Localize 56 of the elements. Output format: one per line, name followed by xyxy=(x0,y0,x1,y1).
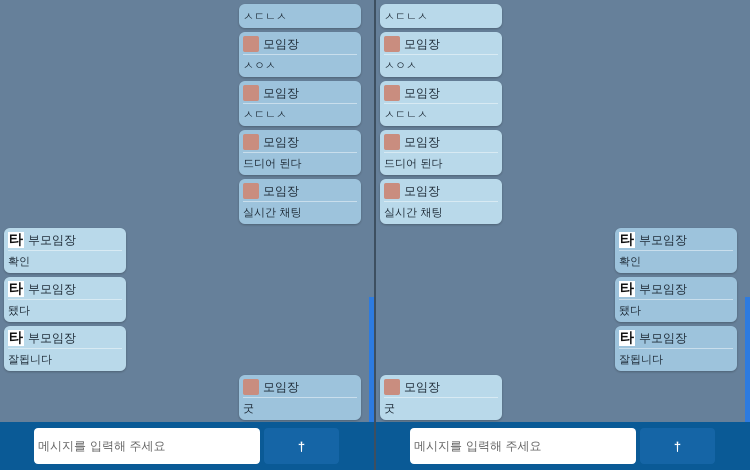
send-button[interactable]: † xyxy=(640,428,715,464)
message-text: 잘됩니다 xyxy=(8,352,53,367)
message-text: ㅅㅇㅅ xyxy=(384,58,418,73)
avatar-icon: 타 xyxy=(8,281,24,297)
sender-name: 모임장 xyxy=(404,182,440,200)
message-text: 굿 xyxy=(243,401,255,416)
sender-name: 모임장 xyxy=(263,378,299,396)
message-text: ㅅㄷㄴㅅ xyxy=(243,107,288,122)
avatar-photo-placeholder xyxy=(384,85,400,101)
message-text: 확인 xyxy=(8,254,31,269)
avatar-photo-placeholder xyxy=(384,134,400,150)
avatar-photo-placeholder xyxy=(243,36,259,52)
sender-name: 부모임장 xyxy=(28,280,76,298)
message-text: 됐다 xyxy=(8,303,31,318)
sender-name: 모임장 xyxy=(404,84,440,102)
sender-name: 모임장 xyxy=(263,84,299,102)
avatar-icon: 타 xyxy=(619,330,635,346)
message-text: ㅅㄷㄴㅅ xyxy=(243,9,288,24)
message-text: 실시간 채팅 xyxy=(384,205,444,220)
message-text: 실시간 채팅 xyxy=(243,205,302,220)
avatar-photo-placeholder xyxy=(243,379,259,395)
message-text: ㅅㄷㄴㅅ xyxy=(384,9,429,24)
sender-name: 부모임장 xyxy=(639,232,687,248)
sender-name: 부모임장 xyxy=(28,330,76,346)
message-text: 잘됩니다 xyxy=(619,352,664,367)
avatar-photo-placeholder xyxy=(384,36,400,52)
sender-name: 모임장 xyxy=(263,182,299,200)
avatar-icon: 타 xyxy=(619,281,635,297)
sender-name: 모임장 xyxy=(263,134,299,150)
avatar-photo-placeholder xyxy=(384,183,400,199)
scrollbar-thumb[interactable] xyxy=(745,297,750,422)
sender-name: 모임장 xyxy=(263,36,299,52)
message-text: 드디어 된다 xyxy=(384,156,444,171)
avatar-photo-placeholder xyxy=(243,134,259,150)
send-button[interactable]: † xyxy=(264,428,339,464)
sender-name: 모임장 xyxy=(404,36,440,52)
avatar-icon: 타 xyxy=(8,330,24,346)
avatar-photo-placeholder xyxy=(384,379,400,395)
avatar-photo-placeholder xyxy=(243,183,259,199)
message-text: ㅅㅇㅅ xyxy=(243,58,277,73)
message-text: 됐다 xyxy=(619,303,642,318)
message-input[interactable]: 메시지를 입력해 주세요 xyxy=(410,428,636,464)
message-text: 굿 xyxy=(384,401,396,416)
message-input[interactable]: 메시지를 입력해 주세요 xyxy=(34,428,260,464)
sender-name: 부모임장 xyxy=(28,232,76,248)
message-text: 확인 xyxy=(619,254,642,269)
scrollbar-thumb[interactable] xyxy=(369,297,374,422)
sender-name: 부모임장 xyxy=(639,330,687,346)
avatar-photo-placeholder xyxy=(243,85,259,101)
sender-name: 모임장 xyxy=(404,134,440,150)
message-text: ㅅㄷㄴㅅ xyxy=(384,107,429,122)
sender-name: 모임장 xyxy=(404,378,440,396)
sender-name: 부모임장 xyxy=(639,280,687,298)
message-text: 드디어 된다 xyxy=(243,156,302,171)
avatar-icon: 타 xyxy=(8,232,24,248)
avatar-icon: 타 xyxy=(619,232,635,248)
